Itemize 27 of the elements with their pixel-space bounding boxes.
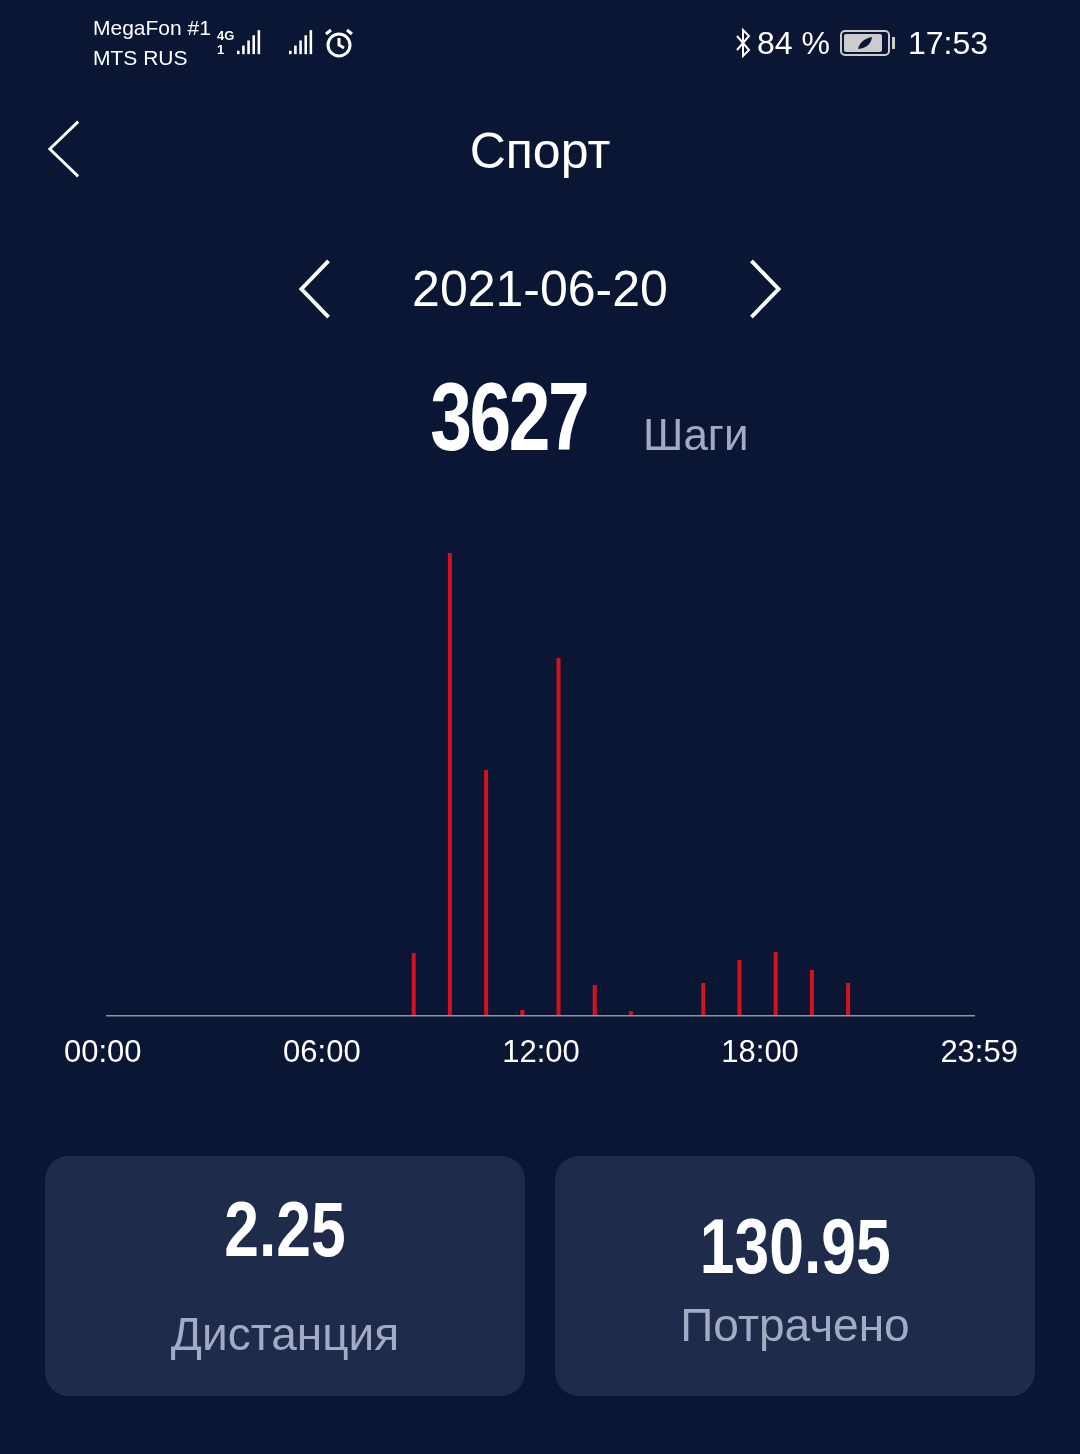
axis-label: 18:00 (721, 1034, 799, 1070)
step-unit: Шаги (643, 410, 749, 460)
date-label: 2021-06-20 (412, 260, 668, 318)
stat-value: 2.25 (224, 1184, 346, 1275)
carrier-name: MTS RUS (93, 45, 189, 71)
stat-label: Дистанция (170, 1307, 400, 1361)
step-count: 3627 (429, 362, 587, 472)
alarm-icon (323, 27, 356, 59)
axis-label: 00:00 (64, 1034, 142, 1070)
back-icon[interactable] (47, 119, 81, 179)
chevron-left-icon[interactable] (298, 259, 333, 319)
network-type: 4G (216, 29, 235, 43)
axis-label: 23:59 (940, 1034, 1018, 1070)
chevron-right-icon[interactable] (747, 259, 782, 319)
carrier-name: MegaFon #1 (93, 15, 211, 41)
stat-value: 130.95 (699, 1201, 891, 1292)
axis-label: 06:00 (283, 1034, 361, 1070)
battery-icon (839, 30, 896, 56)
stat-label: Потрачено (680, 1298, 910, 1352)
sim-number: 1 (216, 43, 226, 57)
page-title: Спорт (469, 122, 611, 180)
clock-time: 17:53 (907, 24, 988, 62)
bluetooth-icon (735, 28, 751, 58)
signal-icon (289, 29, 314, 57)
axis-label: 12:00 (502, 1034, 580, 1070)
battery-percent: 84 % (757, 24, 830, 62)
signal-icon (237, 29, 262, 57)
